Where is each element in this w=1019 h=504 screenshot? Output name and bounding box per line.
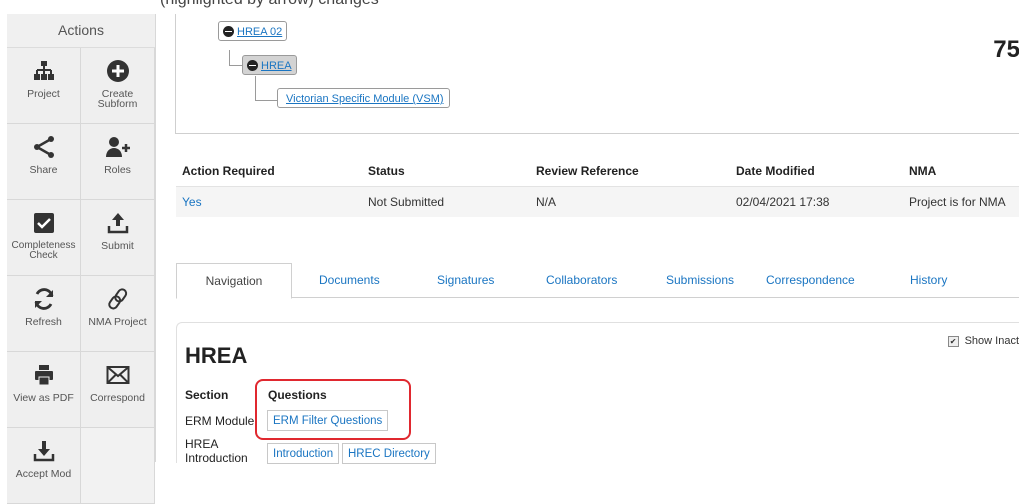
tab-collaborators[interactable]: Collaborators: [546, 263, 617, 297]
tree-connector: [229, 50, 242, 66]
empty-tile: [81, 428, 155, 504]
table-cell: N/A: [530, 186, 730, 217]
actions-sidebar: Actions Project Create Subform Share Rol…: [7, 14, 156, 504]
refresh-action[interactable]: Refresh: [7, 276, 81, 352]
tab-bar: Navigation Documents Signatures Collabor…: [176, 263, 1019, 299]
top-caption-fragment: (highlighted by arrow) changes: [0, 0, 1019, 14]
section-title: HREA: [185, 343, 248, 368]
introduction-button[interactable]: Introduction: [267, 443, 340, 464]
submit-action[interactable]: Submit: [81, 200, 155, 276]
checkbox-checked-icon[interactable]: ✔: [947, 335, 959, 347]
create-subform-action[interactable]: Create Subform: [81, 48, 155, 124]
tab-correspondence[interactable]: Correspondence: [766, 263, 855, 297]
roles-label: Roles: [104, 164, 131, 176]
tree-connector: [255, 76, 277, 101]
tree-node-link[interactable]: HREA: [261, 60, 292, 72]
table-row: Yes Not Submitted N/A 02/04/2021 17:38 P…: [176, 186, 1019, 217]
completeness-check-label: Completeness Check: [11, 240, 76, 261]
caption-fragment-text: (highlighted by arrow) changes: [160, 0, 379, 9]
refresh-icon: [7, 286, 80, 312]
project-status-table: Action Required Status Review Reference …: [176, 156, 1019, 217]
tab-signatures[interactable]: Signatures: [437, 263, 494, 297]
column-header: Status: [368, 164, 405, 178]
share-action[interactable]: Share: [7, 124, 81, 200]
create-subform-label: Create Subform: [97, 88, 138, 110]
project-action[interactable]: Project: [7, 48, 81, 124]
table-header-row: Action Required Status Review Reference …: [176, 156, 1019, 187]
hrec-directory-button[interactable]: HREC Directory: [342, 443, 436, 464]
accept-mod-action[interactable]: Accept Mod: [7, 428, 81, 504]
envelope-icon: [81, 362, 154, 388]
project-number: 75: [993, 36, 1019, 63]
tab-submissions[interactable]: Submissions: [666, 263, 734, 297]
tree-node-hrea-02[interactable]: HREA 02: [218, 21, 288, 41]
section-name: HREA Introduction: [185, 437, 248, 465]
sidebar-header: Actions: [7, 14, 155, 48]
show-inactive-toggle[interactable]: ✔ Show Inact: [947, 335, 1019, 347]
table-cell: Not Submitted: [362, 186, 530, 217]
plus-circle-icon: [81, 58, 154, 84]
download-icon: [7, 438, 80, 464]
section-name: ERM Module: [185, 414, 255, 428]
nma-project-action[interactable]: NMA Project: [81, 276, 155, 352]
tree-node-link[interactable]: HREA 02: [237, 26, 282, 38]
correspond-action[interactable]: Correspond: [81, 352, 155, 428]
refresh-label: Refresh: [25, 316, 62, 328]
upload-icon: [81, 210, 154, 236]
highlight-annotation: [255, 379, 411, 440]
share-label: Share: [29, 164, 58, 176]
share-icon: [7, 134, 80, 160]
section-column-header: Section: [185, 388, 229, 402]
tab-history[interactable]: History: [910, 263, 947, 297]
column-header: Review Reference: [536, 164, 639, 178]
tab-documents[interactable]: Documents: [319, 263, 380, 297]
collapse-icon[interactable]: [247, 59, 258, 71]
column-header: Action Required: [182, 164, 275, 178]
show-inactive-label: Show Inact: [964, 335, 1019, 347]
collapse-icon[interactable]: [223, 25, 234, 37]
view-as-pdf-action[interactable]: View as PDF: [7, 352, 81, 428]
correspond-label: Correspond: [90, 392, 145, 404]
column-header: Date Modified: [736, 164, 815, 178]
project-label: Project: [27, 88, 60, 100]
nma-project-label: NMA Project: [88, 316, 147, 328]
tree-node-hrea[interactable]: HREA: [242, 55, 297, 75]
printer-icon: [7, 362, 80, 388]
column-header: NMA: [909, 164, 937, 178]
completeness-check-action[interactable]: Completeness Check: [7, 200, 81, 276]
project-tree-panel: HREA 02 HREA Victorian Specific Module (…: [175, 14, 1019, 134]
org-chart-icon: [7, 58, 80, 84]
table-cell: Project is for NMA: [903, 186, 1019, 217]
checkbox-icon: [7, 210, 80, 236]
tree-node-vsm[interactable]: Victorian Specific Module (VSM): [277, 88, 450, 108]
table-cell: 02/04/2021 17:38: [730, 186, 903, 217]
roles-action[interactable]: Roles: [81, 124, 155, 200]
tab-navigation[interactable]: Navigation: [176, 263, 292, 299]
link-icon: [81, 286, 154, 312]
tree-node-link[interactable]: Victorian Specific Module (VSM): [286, 93, 444, 105]
add-user-icon: [81, 134, 154, 160]
view-as-pdf-label: View as PDF: [13, 392, 74, 404]
accept-mod-label: Accept Mod: [15, 468, 72, 480]
action-required-link[interactable]: Yes: [176, 186, 362, 217]
submit-label: Submit: [101, 240, 134, 252]
